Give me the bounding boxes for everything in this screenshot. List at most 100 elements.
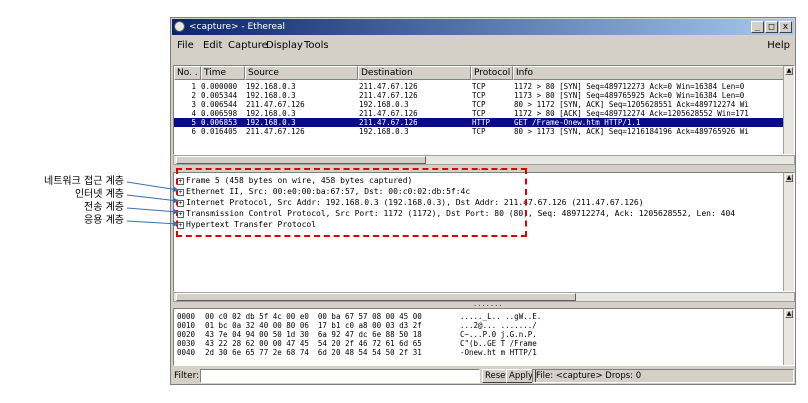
- menu-file[interactable]: File: [177, 36, 194, 56]
- hex-bytes: 00 c0 02 db 5f 4c 00 e0 00 ba 67 57 08 0…: [205, 312, 422, 321]
- packet-row[interactable]: 4 0.006598 192.168.0.3 211.47.67.126 TCP 1172…: [174, 109, 783, 118]
- packet-row[interactable]: 2 0.005344 192.168.0.3 211.47.67.126 TCP 1173…: [174, 91, 783, 100]
- cell-destination: 211.47.67.126: [359, 118, 418, 127]
- expand-icon[interactable]: +: [177, 189, 184, 196]
- hex-dump-pane: 0000 00 c0 02 db 5f 4c 00 e0 00 ba 67 57 …: [173, 308, 795, 366]
- tree-item-tcp[interactable]: + Transmission Control Protocol, Src Port…: [177, 209, 735, 219]
- cell-source: 211.47.67.126: [246, 127, 305, 136]
- app-icon: [174, 21, 185, 32]
- filter-input[interactable]: [200, 369, 480, 383]
- menu-bar: File Edit Capture Display Tools Help: [172, 36, 794, 56]
- close-button[interactable]: x: [779, 21, 792, 33]
- hex-bytes: 43 7e 04 94 00 50 1d 30 6a 92 47 dc 6e 8…: [205, 330, 422, 339]
- cell-info: GET /Frame-Onew.htm HTTP/1.1: [514, 118, 641, 127]
- packet-row[interactable]: 3 0.006544 211.47.67.126 192.168.0.3 TCP 80 >…: [174, 100, 783, 109]
- cell-info: 80 > 1172 [SYN, ACK] Seq=1205628551 Ack=…: [514, 100, 749, 109]
- scroll-up-icon[interactable]: ▲: [785, 67, 793, 75]
- hex-dump-scrollbar[interactable]: ▲: [783, 309, 794, 365]
- cell-destination: 211.47.67.126: [359, 91, 418, 100]
- hex-ascii: ....._L.. ..gW..E.: [460, 312, 542, 321]
- cell-source: 192.168.0.3: [246, 109, 296, 118]
- menu-tools[interactable]: Tools: [304, 36, 329, 56]
- packet-row[interactable]: 1 0.000000 192.168.0.3 211.47.67.126 TCP 1172…: [174, 82, 783, 91]
- minimize-button[interactable]: _: [751, 21, 764, 33]
- window-title: <capture> - Ethereal: [189, 22, 286, 32]
- annotation-network-access-layer: 네트워크 접근 계층: [44, 176, 124, 187]
- hex-bytes: 01 bc 0a 32 40 00 80 06 17 b1 c0 a8 00 0…: [205, 321, 422, 330]
- cell-protocol: TCP: [472, 100, 486, 109]
- hex-offset: 0030: [177, 339, 196, 348]
- annotation-transport-layer: 전송 계층: [84, 202, 124, 213]
- cell-info: 1173 > 80 [SYN] Seq=489765925 Ack=0 Win=…: [514, 91, 745, 100]
- cell-no: 3: [191, 100, 196, 109]
- menu-capture[interactable]: Capture: [228, 36, 268, 56]
- cell-info: 80 > 1173 [SYN, ACK] Seq=1216184196 Ack=…: [514, 127, 749, 136]
- cell-destination: 211.47.67.126: [359, 109, 418, 118]
- cell-protocol: TCP: [472, 82, 486, 91]
- ethereal-window: <capture> - Ethereal _ □ x File Edit Cap…: [170, 17, 796, 385]
- cell-info: 1172 > 80 [ACK] Seq=489712274 Ack=120562…: [514, 109, 749, 118]
- expand-icon[interactable]: +: [177, 200, 184, 207]
- column-header-info[interactable]: Info: [513, 66, 785, 80]
- tree-item-ethernet[interactable]: + Ethernet II, Src: 00:e0:00:ba:67:57, Ds…: [177, 187, 470, 197]
- packet-list-scrollbar[interactable]: ▲: [783, 66, 794, 154]
- cell-protocol: TCP: [472, 91, 486, 100]
- maximize-button[interactable]: □: [765, 21, 778, 33]
- cell-destination: 192.168.0.3: [359, 127, 409, 136]
- tree-item-http[interactable]: + Hypertext Transfer Protocol: [177, 220, 316, 230]
- cell-no: 2: [191, 91, 196, 100]
- column-header-time[interactable]: Time: [201, 66, 245, 80]
- packet-details-scrollbar[interactable]: ▲: [783, 173, 794, 291]
- column-header-no[interactable]: No. .: [174, 66, 201, 80]
- cell-no: 4: [191, 109, 196, 118]
- hex-bytes: 2d 30 6e 65 77 2e 68 74 6d 20 48 54 54 5…: [205, 348, 422, 357]
- cell-protocol: TCP: [472, 127, 486, 136]
- hex-offset: 0010: [177, 321, 196, 330]
- expand-icon[interactable]: +: [177, 178, 184, 185]
- cell-destination: 192.168.0.3: [359, 100, 409, 109]
- cell-time: 0.006598: [201, 109, 238, 118]
- filter-label: Filter:: [174, 371, 200, 381]
- cell-time: 0.016405: [201, 127, 238, 136]
- cell-protocol: HTTP: [472, 118, 491, 127]
- expand-icon[interactable]: +: [177, 211, 184, 218]
- hex-offset: 0040: [177, 348, 196, 357]
- cell-time: 0.000000: [201, 82, 238, 91]
- cell-protocol: TCP: [472, 109, 486, 118]
- status-bar: File: <capture> Drops: 0: [532, 369, 794, 383]
- menu-edit[interactable]: Edit: [203, 36, 222, 56]
- cell-time: 0.006853: [201, 118, 238, 127]
- hex-offset: 0020: [177, 330, 196, 339]
- cell-source: 192.168.0.3: [246, 118, 296, 127]
- hex-ascii: C"(b..GE T /Frame: [460, 339, 537, 348]
- splitter-handle-1[interactable]: .......: [473, 164, 503, 172]
- filter-bar: Filter: Reset Apply File: <capture> Drop…: [172, 368, 794, 384]
- cell-source: 211.47.67.126: [246, 100, 305, 109]
- menu-display[interactable]: Display: [266, 36, 303, 56]
- hex-bytes: 43 22 28 62 00 00 47 45 54 20 2f 46 72 6…: [205, 339, 422, 348]
- cell-time: 0.005344: [201, 91, 238, 100]
- scroll-up-icon[interactable]: ▲: [785, 310, 793, 318]
- column-header-protocol[interactable]: Protocol: [471, 66, 513, 80]
- packet-row[interactable]: 6 0.016405 211.47.67.126 192.168.0.3 TCP 80 >…: [174, 127, 783, 136]
- expand-icon[interactable]: +: [177, 222, 184, 229]
- annotation-internet-layer: 인터넷 계층: [74, 189, 124, 200]
- packet-row[interactable]: 5 0.006853 192.168.0.3 211.47.67.126 HTTP GET…: [174, 118, 783, 127]
- cell-info: 1172 > 80 [SYN] Seq=489712273 Ack=0 Win=…: [514, 82, 745, 91]
- cell-destination: 211.47.67.126: [359, 82, 418, 91]
- hex-ascii: C~...P.0 j.G.n.P.: [460, 330, 537, 339]
- cell-no: 1: [191, 82, 196, 91]
- hex-offset: 0000: [177, 312, 196, 321]
- hex-ascii: -Onew.ht m HTTP/1: [460, 348, 537, 357]
- cell-source: 192.168.0.3: [246, 82, 296, 91]
- scroll-up-icon[interactable]: ▲: [785, 174, 793, 182]
- column-header-source[interactable]: Source: [245, 66, 358, 80]
- column-header-destination[interactable]: Destination: [358, 66, 471, 80]
- tree-item-frame[interactable]: + Frame 5 (458 bytes on wire, 458 bytes c…: [177, 176, 412, 186]
- hex-ascii: ...2@... ......./: [460, 321, 537, 330]
- menu-help[interactable]: Help: [767, 36, 790, 56]
- tree-item-ip[interactable]: + Internet Protocol, Src Addr: 192.168.0.…: [177, 198, 644, 208]
- splitter-handle-2[interactable]: .......: [473, 300, 503, 308]
- cell-no: 5: [191, 118, 196, 127]
- packet-list-pane: No. . Time Source Destination Protocol I…: [173, 65, 795, 155]
